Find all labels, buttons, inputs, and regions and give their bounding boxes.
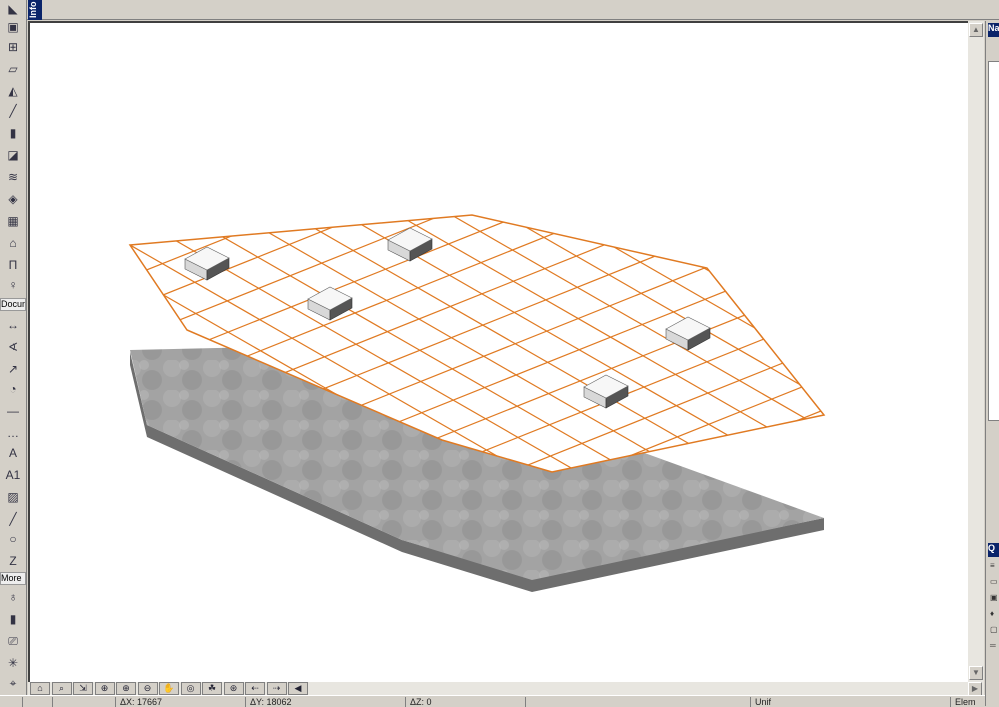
beam-tool-icon[interactable]: ╱	[2, 102, 24, 120]
level-dimension-icon[interactable]: ↗	[2, 360, 24, 378]
walk-button[interactable]: ☘	[202, 682, 222, 695]
column-tool-icon[interactable]: ▮	[2, 124, 24, 142]
penset-icon[interactable]: ▣	[990, 593, 999, 602]
pin-icon[interactable]: ♦	[990, 609, 999, 618]
sun-tool-icon[interactable]: ✳	[2, 654, 24, 672]
3d-window[interactable]	[28, 21, 968, 682]
elevation-dimension-icon[interactable]: ―	[2, 402, 24, 420]
scroll-up-button[interactable]: ▲	[969, 23, 983, 37]
slab-tool-icon[interactable]: ▱	[2, 60, 24, 78]
vertical-scrollbar[interactable]: ▲ ▼	[968, 21, 984, 682]
wall-tool-icon[interactable]: ⊞	[2, 38, 24, 56]
object-tool-icon[interactable]: Π	[2, 256, 24, 274]
fit-button[interactable]: ⇲	[73, 682, 93, 695]
radial-dimension-icon[interactable]: ◔	[2, 380, 24, 398]
lamp-tool-icon[interactable]: ♀	[2, 276, 24, 294]
hotspot-tool-icon[interactable]: ♁	[2, 588, 24, 606]
dimension-tool-icon[interactable]: ↔	[2, 316, 24, 334]
mesh-grid-line	[130, 458, 155, 472]
mesh-grid-line	[821, 471, 824, 472]
pan-button[interactable]: ✋	[159, 682, 179, 695]
label-icon[interactable]: …	[2, 424, 24, 442]
polyline-tool-icon[interactable]: Z	[2, 552, 24, 570]
window-tool-icon[interactable]: ▦	[2, 212, 24, 230]
info-box-tab[interactable]: Info	[28, 0, 42, 20]
zoom-out-button[interactable]: ⊖	[137, 682, 158, 695]
scroll-left-button[interactable]: ◀	[288, 682, 308, 695]
video-camera-icon[interactable]: ⌖	[2, 674, 24, 692]
zoom-window-button[interactable]: ⌕	[51, 682, 72, 695]
orbit-button[interactable]: ◎	[180, 682, 201, 695]
prev-zoom-button[interactable]: ⇠	[245, 682, 265, 695]
navigator-tree[interactable]	[988, 61, 999, 421]
next-zoom-button[interactable]: ⇢	[266, 682, 287, 695]
curtain-wall-tool-icon[interactable]: ◈	[2, 190, 24, 208]
explore-button[interactable]: ⌂	[30, 682, 50, 695]
status-bar: ΔX: 17667 ΔY: 18062 ΔZ: 0 Unif Elem	[0, 695, 999, 707]
line-tool-icon[interactable]: ╱	[2, 510, 24, 528]
document-toolbox-label[interactable]: Docum	[0, 298, 26, 311]
zoom-dialog-button[interactable]: ⊕	[94, 682, 115, 695]
mesh-grid-line	[128, 213, 131, 214]
quick-options-title[interactable]: Q	[988, 543, 999, 557]
top-toolbar	[0, 0, 999, 20]
scale-icon[interactable]: ▭	[990, 577, 999, 586]
figure-tool-icon[interactable]: ▮	[2, 610, 24, 628]
3d-scene[interactable]	[30, 23, 968, 682]
arrow-tool-icon[interactable]: ◣	[2, 0, 24, 18]
navigator-palette-title[interactable]: Na	[988, 23, 999, 37]
mesh-grid-line	[821, 215, 824, 216]
label-tool-icon[interactable]: A1	[2, 466, 24, 484]
stair-tool-icon[interactable]: ◪	[2, 146, 24, 164]
marquee-tool-icon[interactable]: ▣	[2, 18, 24, 36]
door-tool-icon[interactable]: ⌂	[2, 234, 24, 252]
mesh-grid-line	[742, 440, 824, 472]
zoom-in-button[interactable]: ⊕	[116, 682, 136, 695]
camera-tool-icon[interactable]: ⎚	[2, 632, 24, 650]
scroll-down-button[interactable]: ▼	[969, 666, 983, 680]
circle-tool-icon[interactable]: ○	[2, 530, 24, 548]
mesh-tool-icon[interactable]: ≋	[2, 168, 24, 186]
fill-tool-icon[interactable]: ▨	[2, 488, 24, 506]
mesh-grid-line	[768, 215, 824, 247]
fit-in-window-button[interactable]: ⊛	[223, 682, 244, 695]
right-palettes: Na Q ≡ ▭ ▣ ♦ ▢ ═	[985, 21, 999, 706]
dimension-icon[interactable]: ═	[990, 641, 999, 650]
more-toolbox-label[interactable]: More	[0, 572, 26, 585]
roof-tool-icon[interactable]: ◭	[2, 82, 24, 100]
angle-dimension-icon[interactable]: ∢	[2, 338, 24, 356]
scroll-right-button[interactable]: ▶	[968, 682, 982, 696]
text-tool-icon[interactable]: A	[2, 444, 24, 462]
mesh-grid-line	[714, 215, 824, 278]
layers-icon[interactable]: ≡	[990, 561, 999, 570]
toolbox: ◣ ▣ ⊞ ▱ ◭ ╱ ▮ ◪ ≋ ◈ ▦ ⌂ Π ♀ Docum ↔ ∢ ↗ …	[0, 0, 27, 706]
model-view-icon[interactable]: ▢	[990, 625, 999, 634]
